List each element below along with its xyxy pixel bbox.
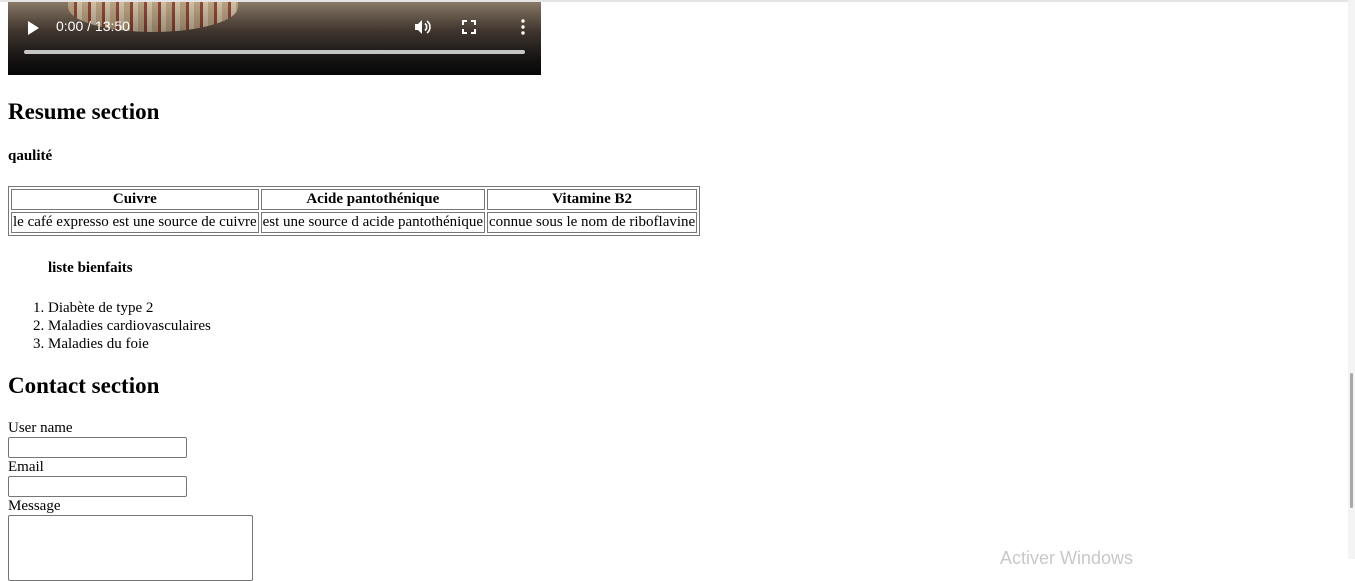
volume-icon[interactable]	[412, 17, 432, 37]
email-label: Email	[8, 459, 44, 475]
username-input[interactable]	[8, 437, 187, 458]
video-controls-shade	[8, 2, 541, 75]
contact-section-heading: Contact section	[8, 373, 160, 398]
fullscreen-icon[interactable]	[459, 17, 479, 37]
message-textarea[interactable]	[8, 515, 253, 581]
play-icon[interactable]	[28, 21, 39, 35]
table-header-cell: Vitamine B2	[486, 189, 698, 210]
table-header-row: Cuivre Acide pantothénique Vitamine B2	[11, 189, 698, 210]
nutrients-table: Cuivre Acide pantothénique Vitamine B2 l…	[8, 186, 701, 236]
message-label: Message	[8, 498, 61, 514]
table-cell: le café expresso est une source de cuivr…	[11, 212, 259, 233]
list-item: Maladies cardiovasculaires	[48, 317, 211, 335]
table-header-cell: Acide pantothénique	[260, 189, 485, 210]
quality-label: qaulité	[8, 148, 53, 164]
benefits-list: Diabète de type 2 Maladies cardiovascula…	[8, 299, 211, 353]
video-time: 0:00 / 13:50	[56, 18, 130, 34]
table-row: le café expresso est une source de cuivr…	[11, 212, 698, 233]
list-item: Diabète de type 2	[48, 299, 211, 317]
benefits-list-title: liste bienfaits	[48, 260, 133, 276]
resume-section-heading: Resume section	[8, 99, 160, 124]
table-header-cell: Cuivre	[11, 189, 259, 210]
list-item: Maladies du foie	[48, 335, 211, 353]
video-player[interactable]: 0:00 / 13:50	[8, 2, 541, 75]
more-options-icon[interactable]	[513, 17, 533, 37]
table-cell: est une source d acide pantothénique	[260, 212, 485, 233]
email-field[interactable]	[8, 476, 187, 497]
page-scrollbar[interactable]	[1348, 0, 1355, 559]
table-cell: connue sous le nom de riboflavine	[486, 212, 698, 233]
username-label: User name	[8, 420, 73, 436]
video-progress-bar[interactable]	[24, 50, 525, 54]
scrollbar-thumb[interactable]	[1350, 373, 1353, 508]
